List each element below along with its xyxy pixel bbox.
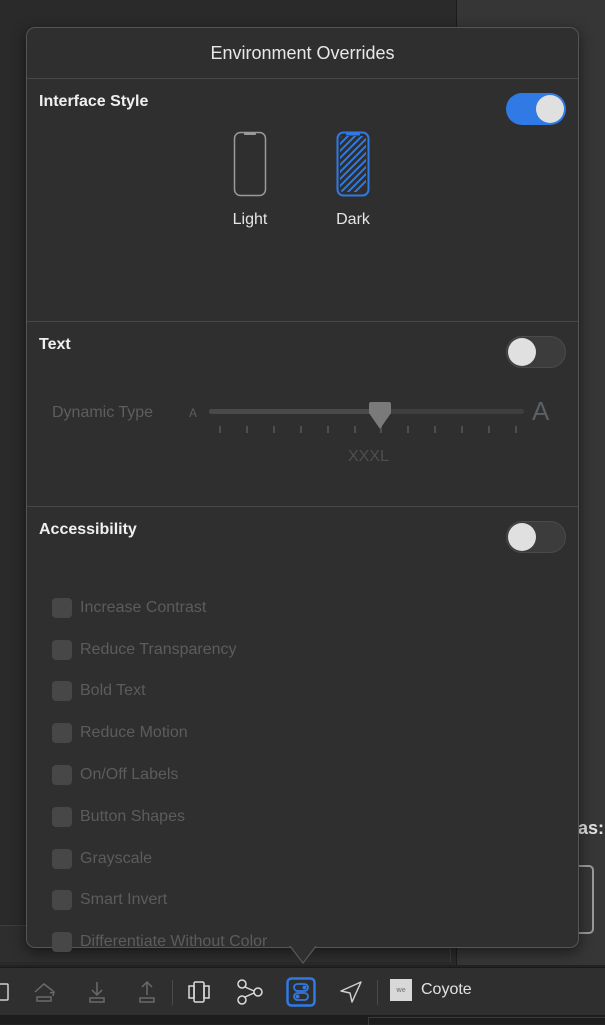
accessibility-toggle[interactable] [506,521,566,553]
environment-overrides-popover: Environment Overrides Interface Style Li… [26,27,579,953]
checkbox[interactable] [52,806,72,827]
option-button-shapes[interactable]: Button Shapes [52,796,267,838]
option-on-off-labels[interactable]: On/Off Labels [52,754,267,796]
toolbar-separator [377,980,378,1005]
option-label: Grayscale [80,849,153,867]
interface-style-section: Interface Style Light Dark [27,79,578,322]
slider-tick [272,426,275,433]
accessibility-options: Increase Contrast Reduce Transparency Bo… [52,587,267,963]
bottom-strip [0,1015,605,1025]
popover-title: Environment Overrides [27,28,578,79]
inspector-partial-label: as: [578,818,605,838]
accessibility-section: Accessibility Increase Contrast Reduce T… [27,507,578,977]
option-increase-contrast[interactable]: Increase Contrast [52,587,267,629]
device-selector[interactable]: we Coyote [390,979,472,1001]
panel-icon [0,983,9,1001]
selected-size-label: XXXL [347,448,389,465]
view-hierarchy-button[interactable] [184,977,214,1007]
environment-overrides-button[interactable] [286,977,316,1007]
checkbox[interactable] [52,932,72,953]
style-option-light[interactable]: Light [215,131,285,229]
dynamic-type-slider-thumb[interactable] [368,401,392,431]
option-label: Reduce Motion [80,724,188,742]
option-reduce-transparency[interactable]: Reduce Transparency [52,629,267,671]
step-into-icon [89,982,105,1003]
slider-fill [209,409,381,414]
option-differentiate-without-color[interactable]: Differentiate Without Color [52,921,267,963]
toggle-knob [536,95,564,123]
checkbox[interactable] [52,639,72,660]
slider-tick [219,426,221,433]
slider-tick [407,426,410,433]
option-bold-text[interactable]: Bold Text [52,671,267,713]
text-heading: Text [39,336,71,353]
slider-tick [515,426,517,433]
style-label-light: Light [232,211,268,228]
option-smart-invert[interactable]: Smart Invert [52,880,267,922]
slider-tick [245,426,248,433]
checkbox[interactable] [52,890,72,911]
device-name: Coyote [421,981,472,998]
toggle-knob [508,338,536,366]
slider-tick [353,426,356,433]
option-grayscale[interactable]: Grayscale [52,838,267,880]
slider-tick [434,426,437,433]
dynamic-type-label: Dynamic Type [52,404,154,421]
view-hierarchy-icon [188,981,210,1003]
large-text-icon: A [532,396,550,426]
device-thumbnail: we [390,979,412,1001]
style-option-dark[interactable]: Dark [318,131,388,229]
text-section: Text Dynamic Type A XXXL A [27,322,578,507]
dark-phone-icon [336,131,370,197]
checkbox[interactable] [52,723,72,744]
option-label: Button Shapes [80,807,185,825]
light-phone-icon [233,131,267,197]
environment-overrides-icon [286,977,316,1007]
option-label: On/Off Labels [80,766,179,784]
memory-graph-icon [237,979,263,1005]
debug-toolbar: we Coyote [0,967,605,1016]
slider-ticks [219,426,517,434]
panel-toggle-button[interactable] [0,977,16,1007]
interface-style-toggle[interactable] [506,93,566,125]
style-label-dark: Dark [336,211,370,228]
small-text-icon: A [189,406,198,420]
toolbar-separator [172,980,173,1005]
step-out-icon [139,980,155,1003]
accessibility-heading: Accessibility [39,521,137,538]
option-label: Differentiate Without Color [80,933,268,951]
slider-tick [299,426,302,433]
interface-style-heading: Interface Style [39,93,149,110]
option-label: Reduce Transparency [80,640,237,658]
checkbox[interactable] [52,597,72,618]
memory-graph-button[interactable] [235,977,265,1007]
location-icon [340,981,362,1003]
option-reduce-motion[interactable]: Reduce Motion [52,712,267,754]
step-out-button[interactable] [132,977,162,1007]
option-label: Bold Text [80,682,146,700]
dynamic-type-slider-track[interactable] [209,409,524,414]
checkbox[interactable] [52,681,72,702]
option-label: Increase Contrast [80,598,207,616]
hide-area-icon [34,983,56,1002]
toggle-knob [508,523,536,551]
simulate-location-button[interactable] [336,977,366,1007]
hide-area-button[interactable] [30,977,60,1007]
slider-tick [461,426,464,433]
slider-tick [326,426,329,433]
slider-tick [488,426,491,433]
text-toggle[interactable] [506,336,566,368]
checkbox[interactable] [52,765,72,786]
checkbox[interactable] [52,848,72,869]
popover-arrow-fill [290,945,316,962]
step-into-button[interactable] [82,977,112,1007]
option-label: Smart Invert [80,891,168,909]
